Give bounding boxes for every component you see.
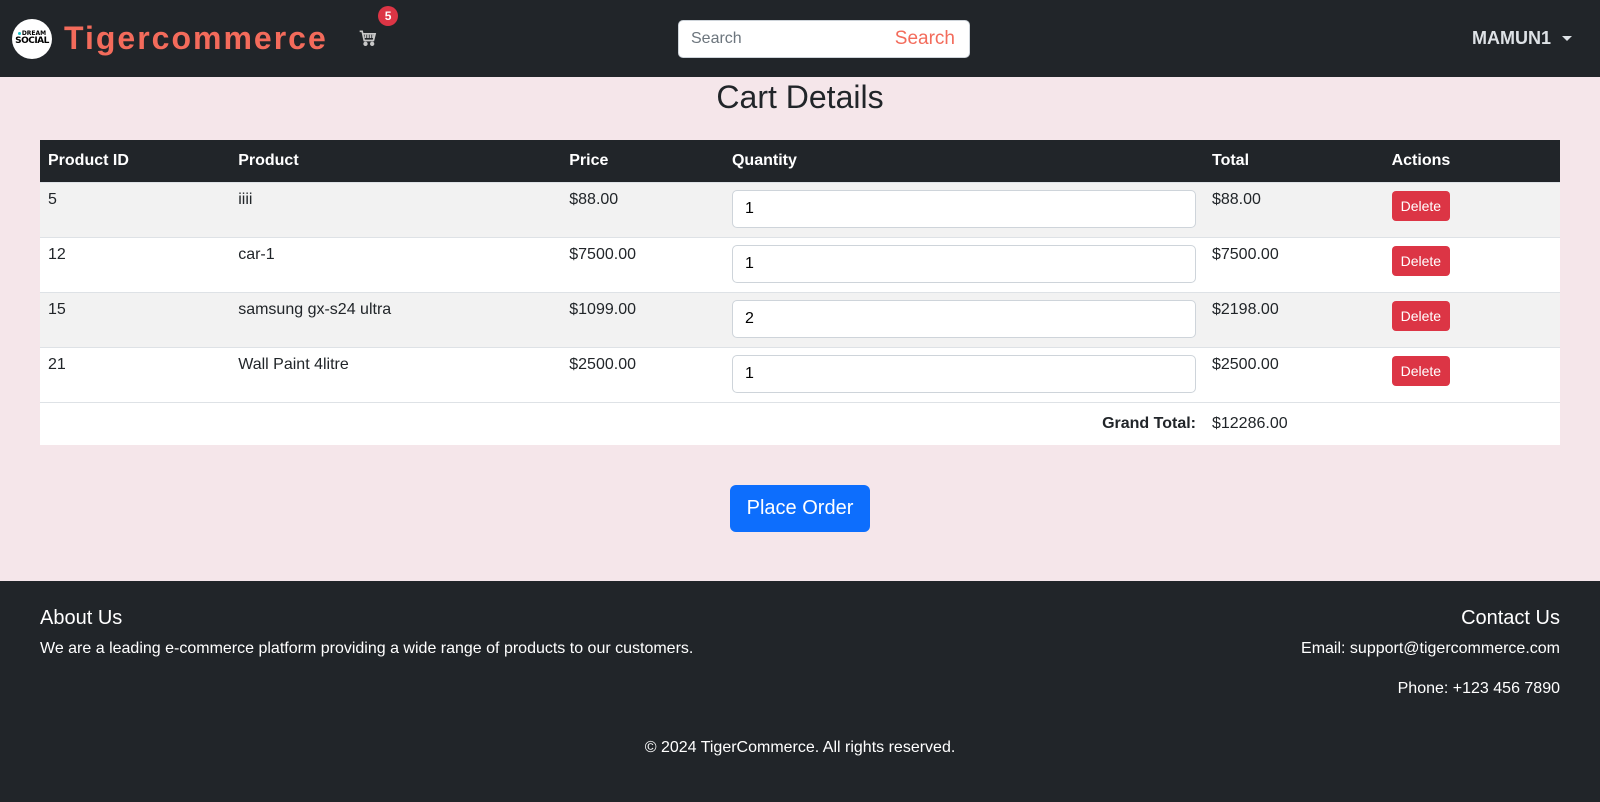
table-row: 21 Wall Paint 4litre $2500.00 $2500.00 D… bbox=[40, 346, 1560, 402]
delete-button[interactable]: Delete bbox=[1391, 355, 1451, 386]
contact-phone: Phone: +123 456 7890 bbox=[1397, 680, 1560, 697]
header-product: Product bbox=[230, 140, 562, 182]
quantity-input[interactable] bbox=[731, 354, 1196, 393]
logo-line2: SOCIAL bbox=[15, 36, 49, 46]
search-input[interactable] bbox=[679, 30, 879, 48]
cart-count-badge: 5 bbox=[377, 5, 399, 26]
brand-logo[interactable]: DREAM SOCIAL bbox=[12, 18, 52, 59]
cell-total: $2500.00 bbox=[1203, 346, 1384, 402]
cell-price: $1099.00 bbox=[561, 291, 724, 347]
table-row: 5 iiii $88.00 $88.00 Delete bbox=[40, 181, 1560, 237]
about-title: About Us bbox=[40, 607, 123, 629]
header-actions: Actions bbox=[1383, 140, 1560, 182]
grand-total-label: Grand Total: bbox=[40, 401, 1204, 445]
brand-name[interactable]: Tigercommerce bbox=[64, 20, 328, 57]
delete-button[interactable]: Delete bbox=[1391, 245, 1451, 276]
user-name: MAMUN1 bbox=[1472, 28, 1551, 48]
cart-table: Product ID Product Price Quantity Total … bbox=[40, 140, 1560, 445]
about-text: We are a leading e-commerce platform pro… bbox=[40, 640, 694, 657]
quantity-input[interactable] bbox=[731, 299, 1196, 338]
cell-product-id: 12 bbox=[40, 236, 231, 292]
cell-price: $88.00 bbox=[561, 181, 724, 237]
table-row: 15 samsung gx-s24 ultra $1099.00 $2198.0… bbox=[40, 291, 1560, 347]
grand-total-row: Grand Total: $12286.00 bbox=[40, 401, 1560, 445]
about-section: About Us We are a leading e-commerce pla… bbox=[40, 607, 693, 680]
cell-product-id: 15 bbox=[40, 291, 231, 347]
delete-button[interactable]: Delete bbox=[1391, 190, 1451, 221]
cell-product: Wall Paint 4litre bbox=[230, 346, 562, 402]
cell-product: car-1 bbox=[230, 236, 562, 292]
cart-link[interactable]: 5 bbox=[358, 5, 399, 50]
header-price: Price bbox=[561, 140, 724, 182]
cell-price: $7500.00 bbox=[561, 236, 724, 292]
grand-total-value: $12286.00 bbox=[1203, 401, 1384, 445]
contact-section: Contact Us Email: support@tigercommerce.… bbox=[1301, 607, 1560, 720]
user-dropdown[interactable]: MAMUN1 bbox=[1472, 28, 1572, 49]
table-row: 12 car-1 $7500.00 $7500.00 Delete bbox=[40, 236, 1560, 292]
cell-total: $88.00 bbox=[1203, 181, 1384, 237]
header-total: Total bbox=[1203, 140, 1384, 182]
footer: About Us We are a leading e-commerce pla… bbox=[0, 581, 1600, 802]
cart-icon bbox=[359, 30, 376, 46]
place-order-button[interactable]: Place Order bbox=[730, 485, 870, 532]
cell-product-id: 5 bbox=[40, 181, 231, 237]
cell-price: $2500.00 bbox=[561, 346, 724, 402]
cell-product-id: 21 bbox=[40, 346, 231, 402]
chevron-down-icon bbox=[1562, 36, 1572, 41]
cell-total: $2198.00 bbox=[1203, 291, 1384, 347]
search-button[interactable]: Search bbox=[895, 28, 955, 50]
cell-product: iiii bbox=[230, 181, 562, 237]
main-content: Cart Details Product ID Product Price Qu… bbox=[0, 77, 1600, 581]
navbar: DREAM SOCIAL Tigercommerce 5 Search MAMU… bbox=[0, 0, 1600, 77]
contact-title: Contact Us bbox=[1461, 607, 1560, 629]
copyright: © 2024 TigerCommerce. All rights reserve… bbox=[644, 739, 956, 756]
cell-total: $7500.00 bbox=[1203, 236, 1384, 292]
cell-product: samsung gx-s24 ultra bbox=[230, 291, 562, 347]
quantity-input[interactable] bbox=[731, 189, 1196, 228]
page-title: Cart Details bbox=[716, 79, 884, 115]
table-header-row: Product ID Product Price Quantity Total … bbox=[40, 140, 1560, 182]
search-form: Search bbox=[678, 20, 970, 58]
delete-button[interactable]: Delete bbox=[1391, 300, 1451, 331]
quantity-input[interactable] bbox=[731, 244, 1196, 283]
header-quantity: Quantity bbox=[723, 140, 1204, 182]
contact-email: Email: support@tigercommerce.com bbox=[1301, 640, 1560, 657]
header-product-id: Product ID bbox=[40, 140, 231, 182]
